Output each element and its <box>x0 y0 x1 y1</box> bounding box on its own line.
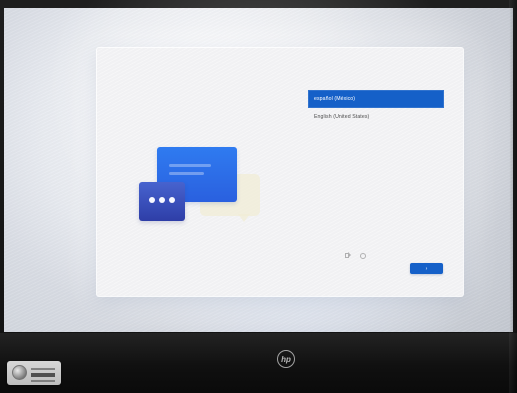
oobe-footer-icons <box>345 252 366 259</box>
typing-dots-icon <box>149 197 175 203</box>
screen: español (México) English (United States)… <box>4 8 513 332</box>
monitor-bottom-bezel <box>0 333 517 393</box>
language-option-en-us[interactable]: English (United States) <box>308 108 444 126</box>
next-button[interactable]: › <box>410 263 443 274</box>
accessibility-icon[interactable] <box>359 252 366 259</box>
message-line-icon <box>169 172 204 175</box>
message-line-icon <box>169 164 211 167</box>
chat-bubble-shadow-tail-icon <box>238 214 250 222</box>
sticker-text-lines <box>31 368 55 385</box>
sticker-seal-icon <box>12 365 27 380</box>
asset-sticker <box>7 361 61 385</box>
language-selection-card: español (México) English (United States)… <box>97 48 463 296</box>
sticker-line <box>31 380 55 382</box>
sticker-line <box>31 368 55 370</box>
hp-logo: hp <box>277 350 295 368</box>
dot-icon <box>169 197 175 203</box>
monitor: español (México) English (United States)… <box>0 0 517 393</box>
language-illustration <box>97 48 277 296</box>
dot-icon <box>159 197 165 203</box>
dot-icon <box>149 197 155 203</box>
speaker-icon[interactable] <box>345 252 351 258</box>
photo-scene: español (México) English (United States)… <box>0 0 517 393</box>
language-list: español (México) English (United States) <box>308 90 444 126</box>
sticker-line <box>31 373 55 377</box>
language-option-es-mx[interactable]: español (México) <box>308 90 444 108</box>
